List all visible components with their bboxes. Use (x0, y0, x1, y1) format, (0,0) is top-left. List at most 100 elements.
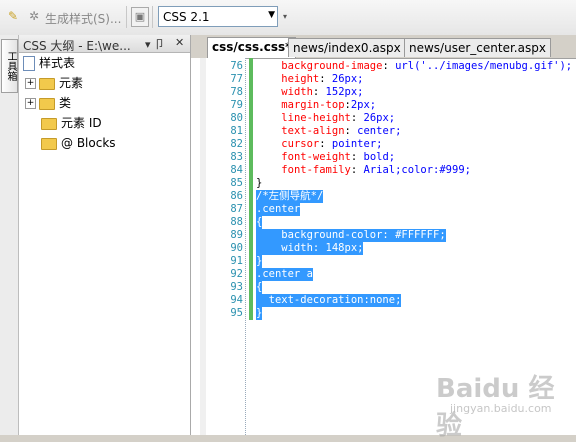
code-line[interactable]: 83 font-weight: bold; (191, 151, 576, 164)
code-text: .center a (256, 268, 313, 281)
line-number: 77 (230, 73, 243, 85)
css-outline-panel: CSS 大纲 - E:\we... ▾ 卩 ✕ 样式表 + 元素 + 类 元素 ID… (19, 35, 191, 435)
panel-header: CSS 大纲 - E:\we... ▾ 卩 ✕ (19, 35, 190, 53)
tree-item-label: @ Blocks (61, 136, 116, 150)
tree-item-label: 类 (59, 96, 72, 110)
code-line[interactable]: 85} (191, 177, 576, 190)
css-value: 2px; (350, 99, 377, 111)
tab-news-index0[interactable]: news/index0.aspx (288, 38, 406, 57)
toolbox-tab[interactable]: 工具箱 (1, 39, 18, 93)
code-line[interactable]: 93 { (191, 281, 576, 294)
tree-item-label: 元素 (59, 76, 84, 90)
code-line[interactable]: 82 cursor: pointer; (191, 138, 576, 151)
tab-css-css[interactable]: css/css.css* (207, 37, 297, 58)
code-line[interactable]: 94 text-decoration:none; (191, 294, 576, 307)
style-sheet-button[interactable]: ▣ (131, 7, 149, 27)
code-text: } (256, 307, 263, 320)
code-text: width: 152px; (281, 86, 364, 98)
css-value: 26px; (325, 73, 364, 85)
line-number: 89 (230, 229, 243, 241)
line-number: 91 (230, 255, 243, 267)
code-line[interactable]: 95} (191, 307, 576, 320)
line-number: 78 (230, 86, 243, 98)
code-line[interactable]: 84 font-family: Arial;color:#999; (191, 164, 576, 177)
code-text: line-height: 26px; (281, 112, 396, 124)
code-text: background-image: url('../images/menubg.… (281, 60, 573, 72)
folder-icon (39, 77, 55, 90)
tree-item-at-blocks[interactable]: @ Blocks (41, 134, 116, 152)
code-text: font-family: Arial;color:#999; (281, 164, 471, 176)
line-number: 86 (230, 190, 243, 202)
generate-style-icon[interactable]: ✲ (27, 9, 41, 23)
code-text: { (256, 281, 263, 294)
code-line[interactable]: 76 background-image: url('../images/menu… (191, 60, 576, 73)
line-number: 85 (230, 177, 243, 189)
code-text: text-align: center; (281, 125, 402, 137)
panel-title: CSS 大纲 - E:\we... (23, 39, 131, 53)
line-number: 80 (230, 112, 243, 124)
code-text: margin-top:2px; (281, 99, 377, 111)
tree-item-classes[interactable]: + 类 (25, 94, 71, 112)
tree-item-elements[interactable]: + 元素 (25, 74, 83, 92)
code-line[interactable]: 77 height: 26px; (191, 73, 576, 86)
line-number: 84 (230, 164, 243, 176)
code-line[interactable]: 78 width: 152px; (191, 86, 576, 99)
code-text: } (256, 177, 263, 189)
side-toolbox-strip: 工具箱 (0, 35, 19, 435)
css-version-select[interactable]: CSS 2.1 ▼ (158, 6, 278, 27)
css-value: 26px; (357, 112, 396, 124)
folder-icon (39, 97, 55, 110)
css-property: cursor (281, 138, 320, 150)
code-text: font-weight: bold; (281, 151, 396, 163)
code-line[interactable]: 81 text-align: center; (191, 125, 576, 138)
css-property: height (281, 73, 320, 85)
line-number: 93 (230, 281, 243, 293)
code-line[interactable]: 87 .center (191, 203, 576, 216)
expand-icon[interactable]: + (25, 98, 36, 109)
code-text: width: 148px; (256, 242, 364, 255)
line-number: 79 (230, 99, 243, 111)
tab-news-user-center[interactable]: news/user_center.aspx (404, 38, 551, 57)
code-line[interactable]: 91} (191, 255, 576, 268)
toolbar-separator (126, 6, 127, 28)
line-number: 88 (230, 216, 243, 228)
panel-pin-icon[interactable]: ▾ 卩 (145, 36, 165, 52)
line-number: 82 (230, 138, 243, 150)
generate-style-button[interactable]: 生成样式(S)... (45, 10, 121, 27)
css-value: Arial;color:#999; (357, 164, 471, 176)
line-number: 95 (230, 307, 243, 319)
line-number: 76 (230, 60, 243, 72)
code-line[interactable]: 79 margin-top:2px; (191, 99, 576, 112)
css-property: line-height (281, 112, 351, 124)
css-property: margin-top (281, 99, 345, 111)
toolbar-overflow-icon[interactable]: ▾ (283, 12, 287, 21)
css-value: center; (350, 125, 402, 137)
css-value: url('../images/menubg.gif'); (388, 60, 573, 72)
code-text: { (256, 216, 263, 229)
toolbar: ✎ ✲ 生成样式(S)... ▣ CSS 2.1 ▼ ▾ (0, 0, 576, 36)
expand-icon[interactable]: + (25, 78, 36, 89)
code-line[interactable]: 89 background-color: #FFFFFF; (191, 229, 576, 242)
tree-item-element-ids[interactable]: 元素 ID (41, 114, 102, 132)
chevron-down-icon[interactable]: ▼ (268, 10, 275, 20)
code-text: background-color: #FFFFFF; (256, 229, 446, 242)
css-property: text-align (281, 125, 345, 137)
style-edit-icon[interactable]: ✎ (6, 9, 20, 23)
code-line[interactable]: 90 width: 148px; (191, 242, 576, 255)
code-line[interactable]: 88 { (191, 216, 576, 229)
css-version-value: CSS 2.1 (163, 10, 210, 24)
close-icon[interactable]: ✕ (175, 36, 184, 49)
code-text: } (256, 255, 263, 268)
code-text: .center (256, 203, 301, 216)
toolbar-separator (152, 6, 153, 28)
tree-item-stylesheet[interactable]: 样式表 (23, 54, 75, 72)
line-number: 92 (230, 268, 243, 280)
css-property: font-family (281, 164, 351, 176)
tree-item-label: 样式表 (39, 56, 76, 70)
folder-icon (41, 137, 57, 150)
code-line[interactable]: 86 /*左侧导航*/ (191, 190, 576, 203)
code-line[interactable]: 92 .center a (191, 268, 576, 281)
line-number: 94 (230, 294, 243, 306)
css-value: pointer; (325, 138, 383, 150)
code-line[interactable]: 80 line-height: 26px; (191, 112, 576, 125)
